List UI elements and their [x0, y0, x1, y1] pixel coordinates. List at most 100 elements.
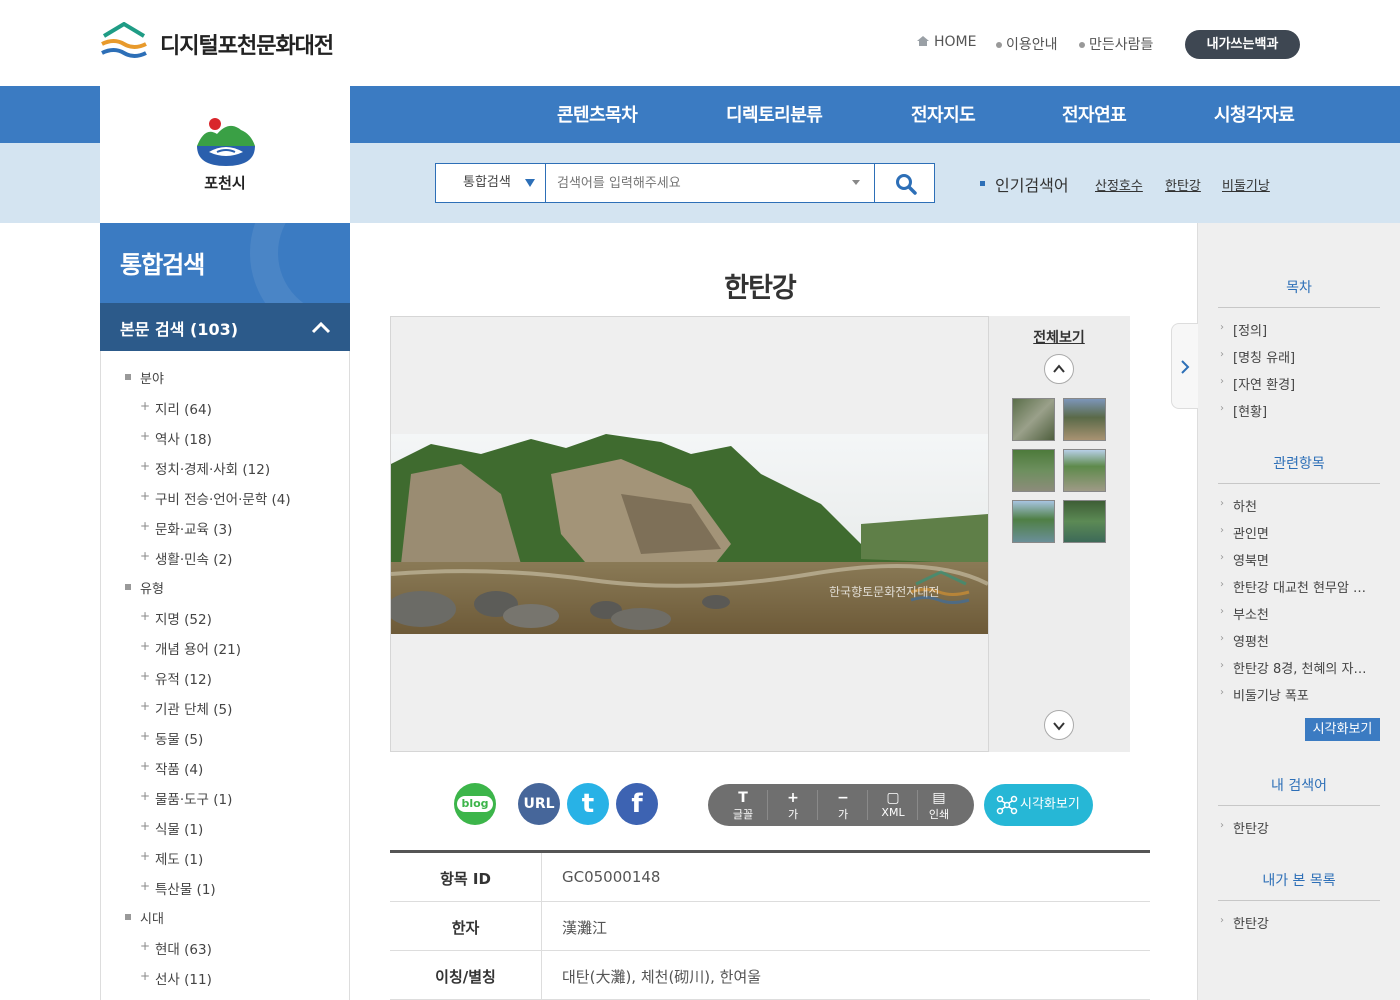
popular-term-1[interactable]: 산정호수: [1095, 175, 1143, 194]
my-view-title: 내가 본 목록: [1218, 870, 1380, 901]
chevron-down-icon: [1053, 722, 1065, 731]
share-facebook-button[interactable]: f: [616, 783, 658, 825]
thumbnail-4[interactable]: [1063, 449, 1106, 492]
city-logo-box[interactable]: [100, 86, 350, 223]
right-sidebar-toggle[interactable]: [1171, 323, 1198, 409]
share-url-button[interactable]: URL: [518, 783, 560, 825]
facet-item[interactable]: 유적 (12): [155, 668, 212, 688]
facet-item[interactable]: 제도 (1): [155, 848, 203, 868]
facet-group-1[interactable]: 유형: [140, 578, 164, 597]
facet-item[interactable]: 특산물 (1): [155, 878, 216, 898]
search-button[interactable]: [874, 164, 935, 202]
facet-item[interactable]: 기관 단체 (5): [155, 698, 232, 718]
info-key-hanja: 한자: [451, 919, 480, 937]
thumbnail-5[interactable]: [1012, 500, 1055, 543]
facet-item[interactable]: 구비 전승·언어·문학 (4): [155, 488, 291, 508]
plus-icon: +: [140, 789, 151, 803]
popular-term-3[interactable]: 비둘기낭: [1222, 175, 1270, 194]
facet-item[interactable]: 물품·도구 (1): [155, 788, 232, 808]
nav-media[interactable]: 시청각자료: [1214, 101, 1295, 127]
chevron-right-icon: ›: [1220, 525, 1224, 536]
nav-timeline[interactable]: 전자연표: [1062, 101, 1127, 127]
related-item[interactable]: 영북면: [1233, 550, 1269, 569]
related-item[interactable]: 영평천: [1233, 631, 1269, 650]
related-item[interactable]: 한탄강 대교천 현무암 …: [1233, 577, 1366, 596]
thumbnail-2[interactable]: [1063, 398, 1106, 441]
thumbnail-1[interactable]: [1012, 398, 1055, 441]
usage-guide-link[interactable]: 이용안내: [996, 34, 1058, 54]
plus-icon: +: [787, 790, 799, 806]
facet-item[interactable]: 역사 (18): [155, 428, 212, 448]
thumbnail-3[interactable]: [1012, 449, 1055, 492]
page-title: 한탄강: [724, 273, 797, 304]
chevron-right-icon: ›: [1220, 322, 1224, 333]
share-twitter-button[interactable]: t: [567, 783, 609, 825]
my-encyclopedia-button[interactable]: 내가쓰는백과: [1185, 30, 1300, 59]
font-decrease-button[interactable]: − 가: [818, 784, 868, 826]
related-item[interactable]: 한탄강 8경, 천혜의 자…: [1233, 658, 1366, 677]
thumb-scroll-up-button[interactable]: [1044, 354, 1074, 384]
facet-group-0[interactable]: 분야: [140, 368, 164, 387]
toc-item[interactable]: [정의]: [1233, 320, 1267, 339]
plus-icon: +: [140, 819, 151, 833]
my-view-item[interactable]: 한탄강: [1233, 913, 1269, 932]
toc-item[interactable]: [명칭 유래]: [1233, 347, 1295, 366]
facet-item[interactable]: 문화·교육 (3): [155, 518, 232, 538]
nav-directory[interactable]: 디렉토리분류: [726, 101, 823, 127]
toc-item[interactable]: [자연 환경]: [1233, 374, 1295, 393]
facet-item[interactable]: 지명 (52): [155, 608, 212, 628]
nav-map[interactable]: 전자지도: [911, 101, 976, 127]
facet-item[interactable]: 선사 (11): [155, 968, 212, 988]
share-blog-button[interactable]: blog: [454, 783, 496, 825]
related-visualization-button[interactable]: 시각화보기: [1305, 718, 1380, 741]
chevron-down-icon[interactable]: [852, 180, 860, 185]
xml-button[interactable]: ▢ XML: [868, 784, 918, 826]
related-item[interactable]: 비둘기낭 폭포: [1233, 685, 1309, 704]
network-icon: [996, 795, 1018, 815]
plus-icon: +: [140, 519, 151, 533]
search-type-select[interactable]: 통합검색: [436, 164, 546, 202]
home-link[interactable]: HOME: [916, 34, 976, 50]
site-logo-icon[interactable]: [100, 22, 148, 60]
chevron-right-icon: ›: [1220, 915, 1224, 926]
search-input[interactable]: [547, 164, 875, 202]
bullet-icon: [996, 42, 1002, 48]
credits-label: 만든사람들: [1089, 37, 1154, 53]
facet-item[interactable]: 현대 (63): [155, 938, 212, 958]
facet-item[interactable]: 동물 (5): [155, 728, 203, 748]
info-value-hanja: 漢灘江: [562, 919, 608, 937]
visualization-button[interactable]: 시각화보기: [984, 784, 1093, 826]
popular-term-2[interactable]: 한탄강: [1165, 175, 1201, 194]
toc-item[interactable]: [현황]: [1233, 401, 1267, 420]
facet-item[interactable]: 식물 (1): [155, 818, 203, 838]
facet-item[interactable]: 개념 용어 (21): [155, 638, 241, 658]
facet-item[interactable]: 정치·경제·사회 (12): [155, 458, 270, 478]
twitter-icon: t: [581, 789, 595, 819]
chevron-right-icon: [1181, 360, 1190, 374]
font-increase-button[interactable]: + 가: [768, 784, 818, 826]
related-item[interactable]: 하천: [1233, 496, 1257, 515]
chevron-right-icon: ›: [1220, 403, 1224, 414]
facet-item[interactable]: 생활·민속 (2): [155, 548, 232, 568]
credits-link[interactable]: 만든사람들: [1079, 34, 1153, 54]
full-view-link[interactable]: 전체보기: [988, 327, 1130, 347]
site-title[interactable]: 디지털포천문화대전: [160, 28, 334, 60]
chevron-right-icon: ›: [1220, 498, 1224, 509]
print-button[interactable]: ▤ 인쇄: [914, 784, 964, 826]
facet-item[interactable]: 작품 (4): [155, 758, 203, 778]
font-button[interactable]: T 글꼴: [718, 784, 768, 826]
thumb-scroll-down-button[interactable]: [1044, 710, 1074, 740]
related-item[interactable]: 부소천: [1233, 604, 1269, 623]
info-value-alias: 대탄(大灘), 체천(砌川), 한여울: [562, 968, 762, 986]
hantan-river-photo[interactable]: 한국향토문화전자대전: [391, 434, 988, 634]
chevron-right-icon: ›: [1220, 376, 1224, 387]
font-label: 글꼴: [732, 808, 754, 821]
facet-group-2[interactable]: 시대: [140, 908, 164, 927]
facet-item[interactable]: 지리 (64): [155, 398, 212, 418]
chevron-up-icon[interactable]: [310, 319, 332, 335]
thumbnail-6[interactable]: [1063, 500, 1106, 543]
related-item[interactable]: 관인면: [1233, 523, 1269, 542]
info-value-id: GC05000148: [562, 868, 661, 886]
my-search-item[interactable]: 한탄강: [1233, 818, 1269, 837]
nav-contents[interactable]: 콘텐츠목차: [557, 101, 638, 127]
